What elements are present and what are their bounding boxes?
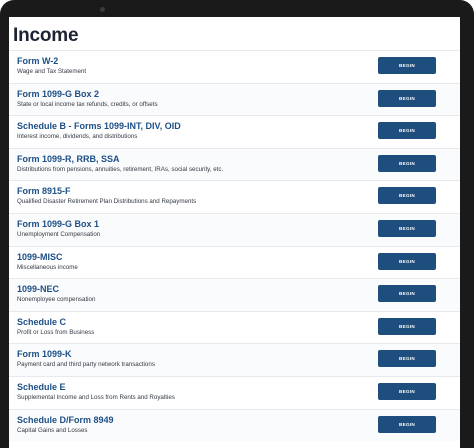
form-title: Form 1099-R, RRB, SSA (17, 153, 120, 164)
income-form-row: Schedule C Profit or Loss from Business BE… (9, 310, 460, 344)
form-description: Nonemployee compensation (17, 296, 96, 304)
income-form-row: Schedule B - Forms 1099-INT, DIV, OID Int… (9, 115, 460, 148)
form-description: Distributions from pensions, annuities, … (17, 165, 224, 173)
form-description: Miscellaneous income (17, 263, 78, 271)
page-title: Income (13, 25, 79, 46)
income-form-row: Form 8915-F Qualified Disaster Retirement… (9, 180, 460, 213)
begin-button[interactable]: BEGIN (378, 57, 436, 74)
begin-button[interactable]: BEGIN (378, 122, 436, 140)
form-description: Payment card and third party network tra… (17, 361, 155, 369)
form-description: Capital Gains and Losses (17, 426, 88, 434)
income-form-row: Form 1099-K Payment card and third party … (9, 343, 460, 376)
form-description: Qualified Disaster Retirement Plan Distr… (17, 198, 197, 206)
income-form-row: Schedule E Supplemental Income and Loss f… (9, 375, 460, 409)
begin-button[interactable]: BEGIN (378, 187, 436, 205)
income-form-row: Form W-2 Wage and Tax Statement BEGIN (9, 50, 460, 83)
income-form-row: Schedule D/Form 8949 Capital Gains and Lo… (9, 408, 460, 442)
form-title: 1099-NEC (17, 284, 60, 295)
begin-button[interactable]: BEGIN (378, 89, 436, 107)
income-form-row: Form 1099-G Box 2 State or local income t… (9, 82, 460, 116)
begin-button[interactable]: BEGIN (378, 317, 436, 335)
income-form-list: Form W-2 Wage and Tax Statement BEGIN Form … (9, 50, 460, 442)
begin-button[interactable]: BEGIN (378, 382, 436, 400)
screen: Income Form W-2 Wage and Tax Statement BEG… (9, 17, 460, 448)
form-title: Form 1099-G Box 2 (17, 88, 100, 99)
begin-button[interactable]: BEGIN (378, 154, 436, 172)
form-title: Form 1099-K (17, 349, 72, 360)
form-title: Form 8915-F (17, 186, 71, 197)
form-title: Form W-2 (17, 56, 59, 66)
begin-button[interactable]: BEGIN (378, 285, 436, 303)
form-title: Schedule B - Forms 1099-INT, DIV, OID (17, 121, 181, 132)
form-description: Unemployment Compensation (17, 230, 101, 238)
begin-button[interactable]: BEGIN (378, 252, 436, 270)
form-title: Schedule D/Form 8949 (17, 414, 114, 425)
form-title: Schedule E (17, 381, 66, 392)
form-description: State or local income tax refunds, credi… (17, 100, 158, 108)
begin-button[interactable]: BEGIN (378, 219, 436, 237)
income-form-row: 1099-NEC Nonemployee compensation BEGIN (9, 278, 460, 311)
device-frame: Income Form W-2 Wage and Tax Statement BEG… (0, 0, 474, 448)
form-description: Profit or Loss from Business (17, 328, 95, 336)
begin-button[interactable]: BEGIN (378, 350, 436, 368)
form-description: Interest income, dividends, and distribu… (17, 133, 138, 141)
form-title: 1099-MISC (17, 251, 63, 262)
form-description: Supplemental Income and Loss from Rents … (17, 393, 175, 401)
camera-dot (100, 7, 105, 12)
income-form-row: Form 1099-R, RRB, SSA Distributions from … (9, 147, 460, 181)
form-title: Schedule C (17, 316, 67, 327)
income-form-row: 1099-MISC Miscellaneous income BEGIN (9, 245, 460, 279)
form-description: Wage and Tax Statement (17, 68, 87, 75)
begin-button[interactable]: BEGIN (378, 415, 436, 433)
form-title: Form 1099-G Box 1 (17, 218, 100, 229)
income-form-row: Form 1099-G Box 1 Unemployment Compensati… (9, 212, 460, 246)
